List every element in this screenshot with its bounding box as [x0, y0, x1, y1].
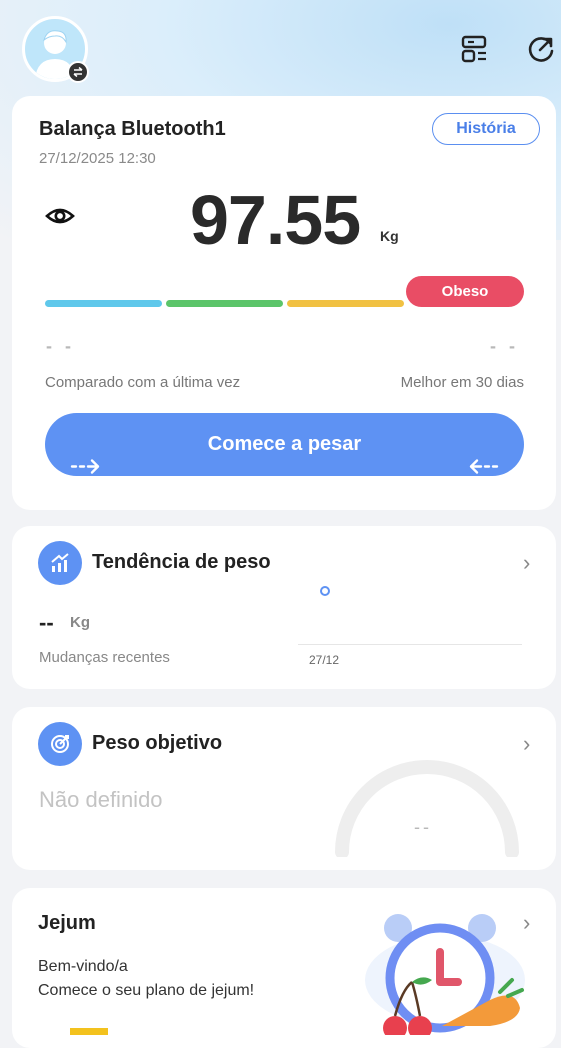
bmi-segment-normal	[166, 300, 283, 307]
weight-value: 97.55	[190, 181, 361, 259]
fasting-clock-illustration	[365, 914, 525, 1035]
trend-axis	[298, 644, 522, 645]
trend-value: --	[39, 610, 54, 635]
comparison-left-value: - -	[46, 336, 75, 356]
comparison-right-label: Melhor em 30 dias	[400, 374, 524, 391]
fasting-card[interactable]: Jejum › Bem-vindo/a Comece o seu plano d…	[12, 888, 556, 1048]
measurement-datetime: 27/12/2025 12:30	[39, 150, 156, 167]
bmi-segment-low	[45, 300, 162, 307]
trend-date-label: 27/12	[309, 653, 340, 667]
goal-gauge	[335, 760, 519, 857]
weight-unit: Kg	[380, 228, 399, 244]
goal-value: Não definido	[39, 787, 163, 812]
goal-gauge-value: --	[414, 817, 432, 837]
weight-card: Balança Bluetooth1 27/12/2025 12:30 Hist…	[12, 96, 556, 510]
arrow-left-icon	[469, 459, 499, 474]
fasting-title: Jejum	[38, 912, 96, 934]
goal-weight-card[interactable]: Peso objetivo › Não definido --	[12, 707, 556, 870]
start-weighing-button[interactable]: Comece a pesar	[45, 413, 524, 476]
switch-user-button[interactable]	[67, 61, 89, 83]
sync-icon[interactable]	[526, 34, 556, 64]
history-button[interactable]: História	[432, 113, 540, 145]
fasting-welcome: Bem-vindo/a	[38, 958, 128, 975]
weight-trend-card[interactable]: Tendência de peso › -- Kg Mudanças recen…	[12, 526, 556, 689]
comparison-left-label: Comparado com a última vez	[45, 374, 241, 391]
trend-title: Tendência de peso	[92, 551, 271, 573]
bottom-tab-indicator	[70, 1028, 108, 1035]
trend-icon-badge	[38, 541, 82, 585]
trend-data-point	[320, 586, 330, 596]
trend-unit: Kg	[70, 614, 90, 631]
fasting-prompt: Comece o seu plano de jejum!	[38, 982, 255, 999]
device-name: Balança Bluetooth1	[39, 118, 226, 140]
goal-title: Peso objetivo	[92, 732, 223, 754]
bmi-segment-overweight	[287, 300, 404, 307]
goal-icon-badge	[38, 722, 82, 766]
chevron-right-icon[interactable]: ›	[523, 731, 530, 757]
layout-settings-icon[interactable]	[460, 34, 490, 64]
comparison-right-value: - -	[490, 336, 519, 356]
chevron-right-icon[interactable]: ›	[523, 550, 530, 576]
swap-icon	[73, 66, 83, 78]
target-icon	[51, 735, 69, 753]
trend-subtitle: Mudanças recentes	[39, 649, 170, 666]
trend-chart-icon	[51, 553, 69, 572]
status-badge: Obeso	[406, 276, 524, 307]
arrow-right-icon	[70, 459, 100, 474]
eye-icon[interactable]	[45, 204, 75, 228]
